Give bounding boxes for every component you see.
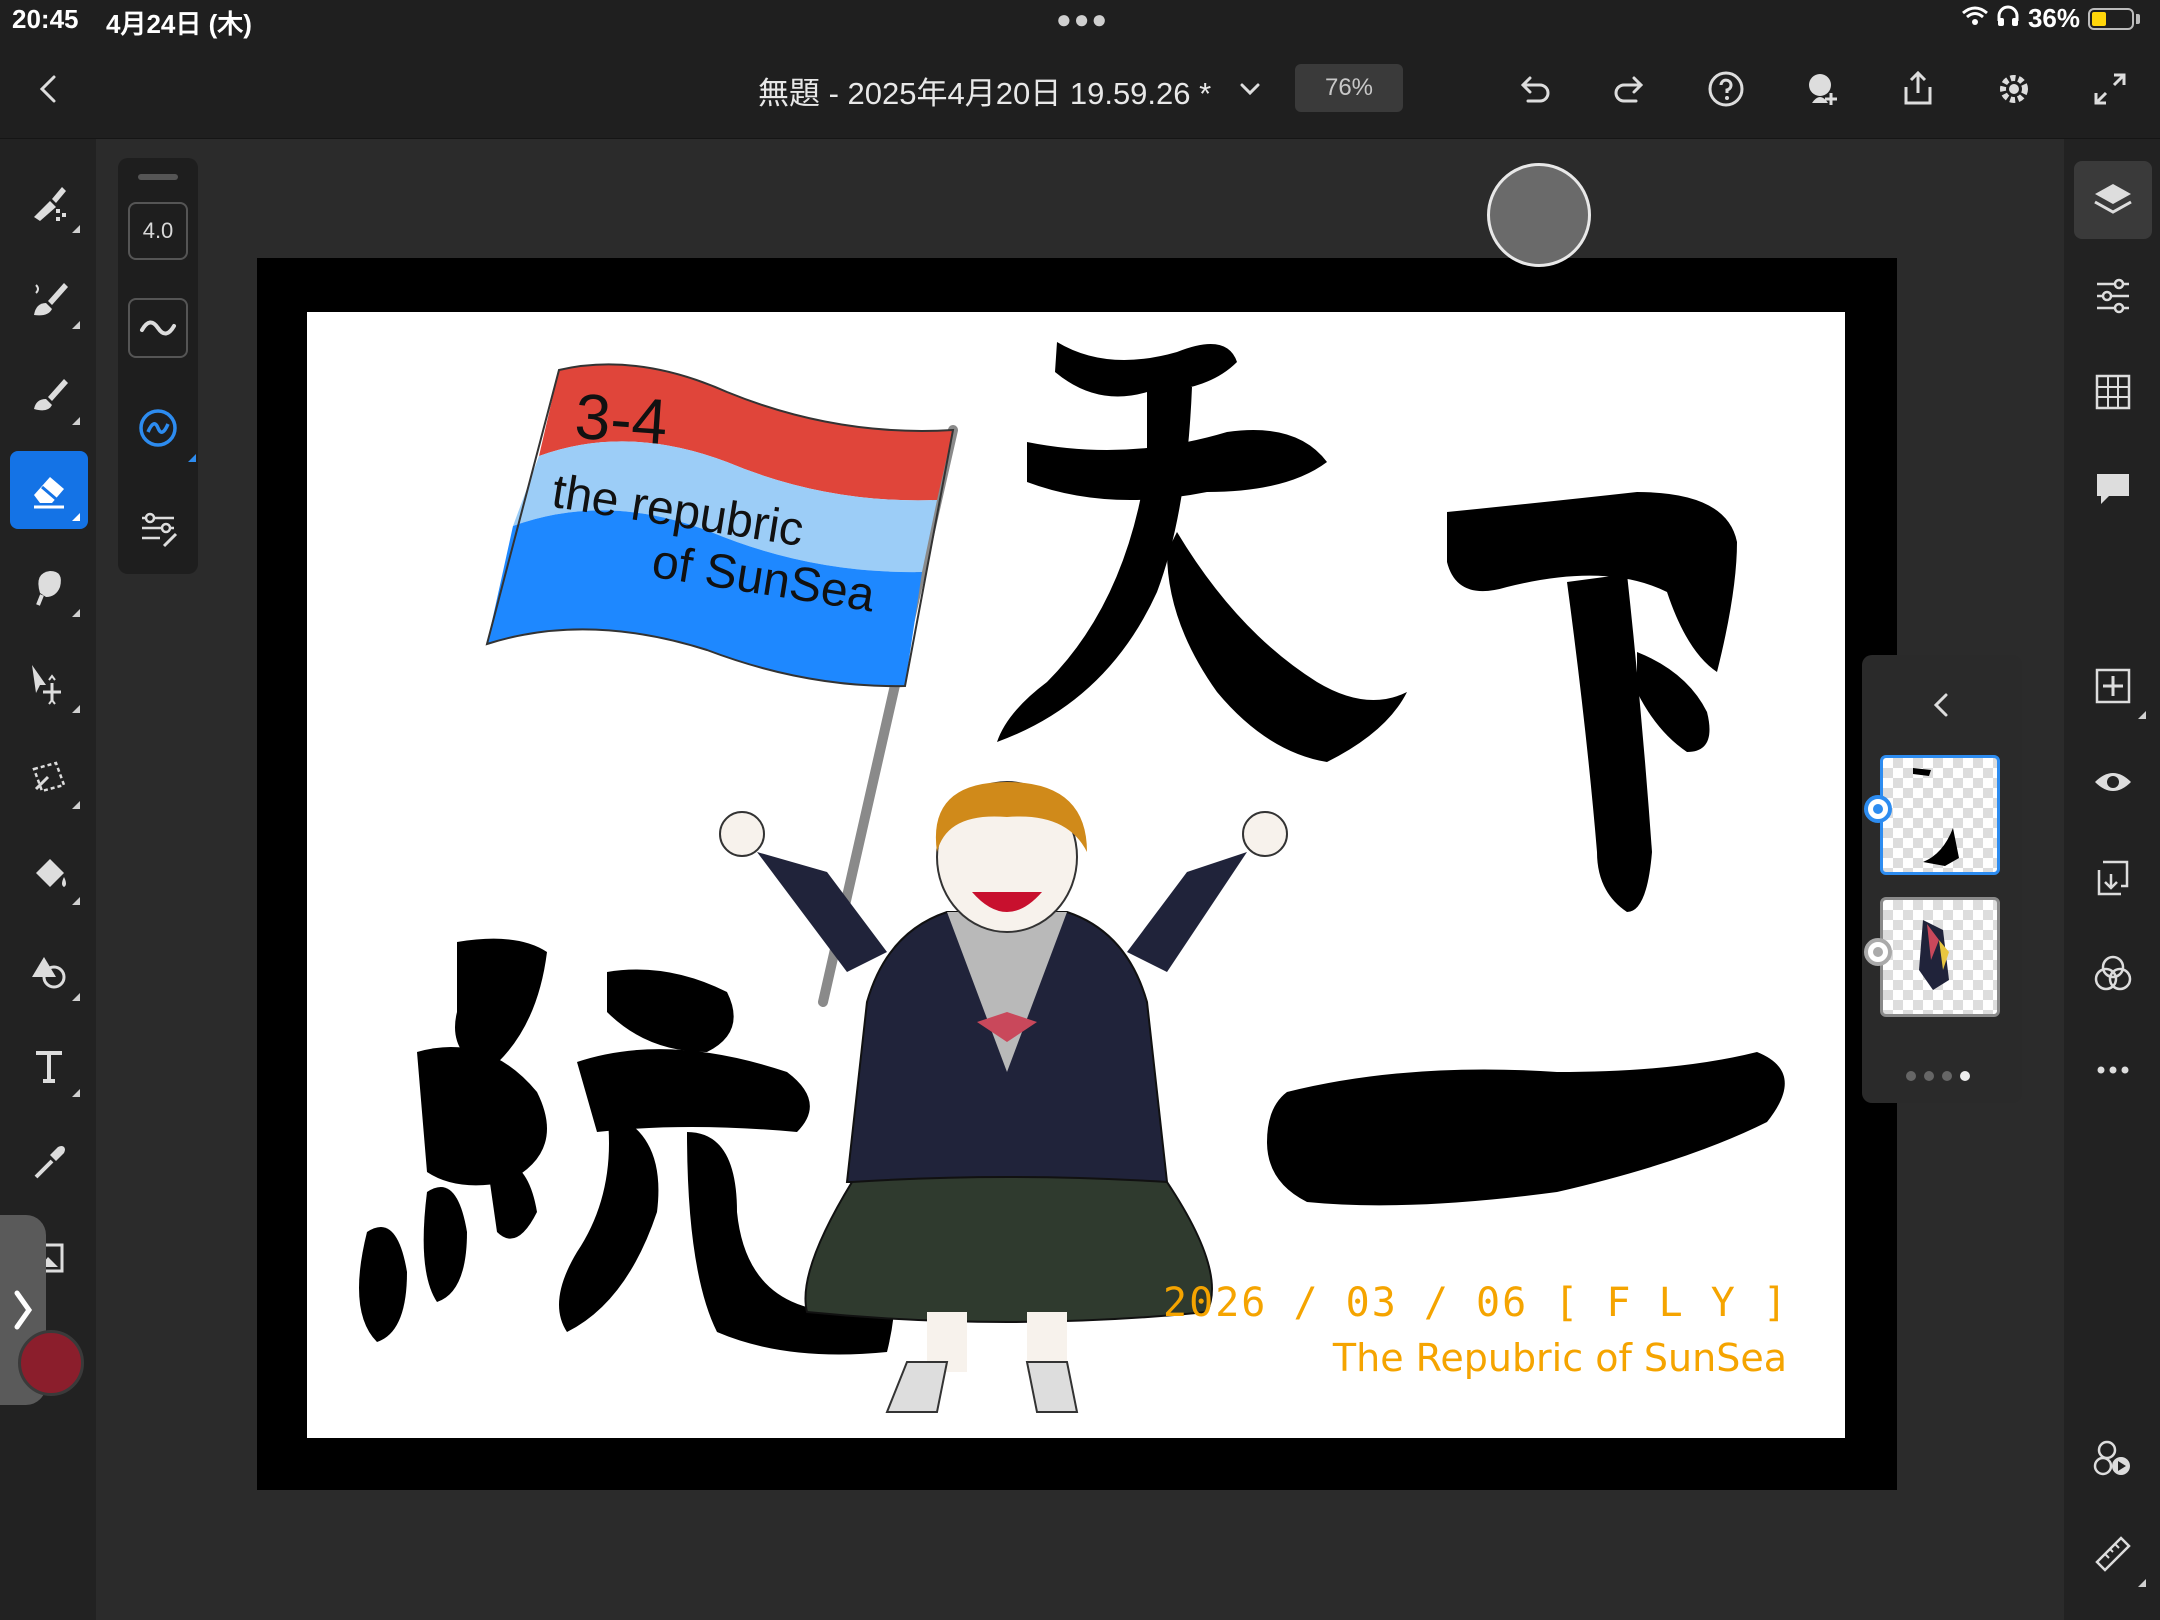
- layer-1-select-radio[interactable]: [1864, 795, 1892, 823]
- headphones-icon: [1996, 3, 2020, 34]
- status-right: 36%: [1961, 3, 2140, 34]
- top-bar: 無題 - 2025年4月20日 19.59.26 * 76%: [0, 40, 2160, 139]
- artwork-date: 2026 / 03 / 06 [ F L Y ]: [1163, 1280, 1789, 1326]
- add-layer-icon[interactable]: [2074, 647, 2152, 725]
- brush-size-value[interactable]: 4.0: [128, 202, 188, 260]
- page-dot: [1942, 1071, 1952, 1081]
- layer-thumbnail-2[interactable]: [1880, 897, 2000, 1017]
- vector-brush-icon[interactable]: [10, 355, 88, 433]
- status-date: 4月24日 (木): [106, 9, 252, 39]
- zoom-level[interactable]: 76%: [1295, 64, 1403, 112]
- timelapse-icon[interactable]: [2074, 1419, 2152, 1497]
- merge-icon[interactable]: [2074, 839, 2152, 917]
- ruler-icon[interactable]: [2074, 1515, 2152, 1593]
- battery-tip: [2136, 13, 2140, 24]
- layers-mini-panel: [1862, 655, 2022, 1103]
- invite-icon[interactable]: [1790, 40, 1854, 138]
- page-dot: [1924, 1071, 1934, 1081]
- multitasking-dots-icon[interactable]: ●●●: [1056, 4, 1109, 35]
- status-bar: 20:45 4月24日 (木) ●●● 36%: [0, 0, 2160, 40]
- smoothing-icon[interactable]: [128, 298, 188, 358]
- page-dot: [1906, 1071, 1916, 1081]
- properties-icon[interactable]: [2074, 257, 2152, 335]
- battery-icon: [2088, 7, 2134, 30]
- kanji-ten: [997, 342, 1407, 762]
- layer-thumbnail-1[interactable]: [1880, 755, 2000, 875]
- grid-icon[interactable]: [2074, 353, 2152, 431]
- layer-2-select-radio[interactable]: [1864, 938, 1892, 966]
- eyedropper-icon[interactable]: [10, 1123, 88, 1201]
- blend-icon[interactable]: [2074, 935, 2152, 1013]
- transform-icon[interactable]: [10, 643, 88, 721]
- shape-icon[interactable]: [10, 931, 88, 1009]
- kanji-shita: [1447, 492, 1737, 912]
- chevron-left-icon[interactable]: [1922, 685, 1962, 725]
- current-color-swatch[interactable]: [18, 1330, 84, 1396]
- eraser-icon[interactable]: [10, 451, 88, 529]
- brush-settings-panel: 4.0: [118, 158, 198, 574]
- panel-drag-handle[interactable]: [138, 174, 178, 180]
- visibility-icon[interactable]: [2074, 743, 2152, 821]
- document-title[interactable]: 無題 - 2025年4月20日 19.59.26 *: [758, 68, 1211, 113]
- layers-icon[interactable]: [2074, 161, 2152, 239]
- redo-icon[interactable]: [1598, 40, 1662, 138]
- chevron-right-icon: [14, 1290, 33, 1330]
- fullscreen-icon[interactable]: [2078, 40, 2142, 138]
- share-icon[interactable]: [1886, 40, 1950, 138]
- artwork-subtitle: The Repubric of SunSea: [1332, 1336, 1787, 1380]
- layer-page-dots: [1906, 1071, 1970, 1081]
- pressure-icon[interactable]: [128, 398, 196, 462]
- kanji-ichi: [1267, 1052, 1785, 1206]
- brush-cursor[interactable]: [1487, 163, 1591, 267]
- wifi-icon: [1961, 3, 1988, 34]
- more-icon[interactable]: [2074, 1031, 2152, 1109]
- title-dropdown-icon[interactable]: [1218, 40, 1282, 138]
- text-icon[interactable]: [10, 1027, 88, 1105]
- undo-icon[interactable]: [1502, 40, 1566, 138]
- selection-icon[interactable]: [10, 739, 88, 817]
- artboard[interactable]: 3-4 the repubric of SunSea 2026 / 03 / 0…: [307, 312, 1845, 1438]
- smudge-icon[interactable]: [10, 547, 88, 625]
- help-icon[interactable]: [1694, 40, 1758, 138]
- live-brush-icon[interactable]: [10, 259, 88, 337]
- page-dot-active: [1960, 1071, 1970, 1081]
- fill-icon[interactable]: [10, 835, 88, 913]
- settings-icon[interactable]: [1982, 40, 2046, 138]
- flag-number: 3-4: [572, 379, 670, 459]
- battery-percent: 36%: [2027, 3, 2080, 33]
- back-icon[interactable]: [18, 40, 82, 138]
- battery-level-fill: [2092, 11, 2106, 26]
- right-toolbar: [2064, 139, 2160, 1620]
- pixel-brush-icon[interactable]: [10, 163, 88, 241]
- status-time: 20:45: [12, 4, 79, 34]
- artwork-drawing: [359, 342, 1785, 1413]
- brush-settings-icon[interactable]: [128, 498, 188, 558]
- comments-icon[interactable]: [2074, 449, 2152, 527]
